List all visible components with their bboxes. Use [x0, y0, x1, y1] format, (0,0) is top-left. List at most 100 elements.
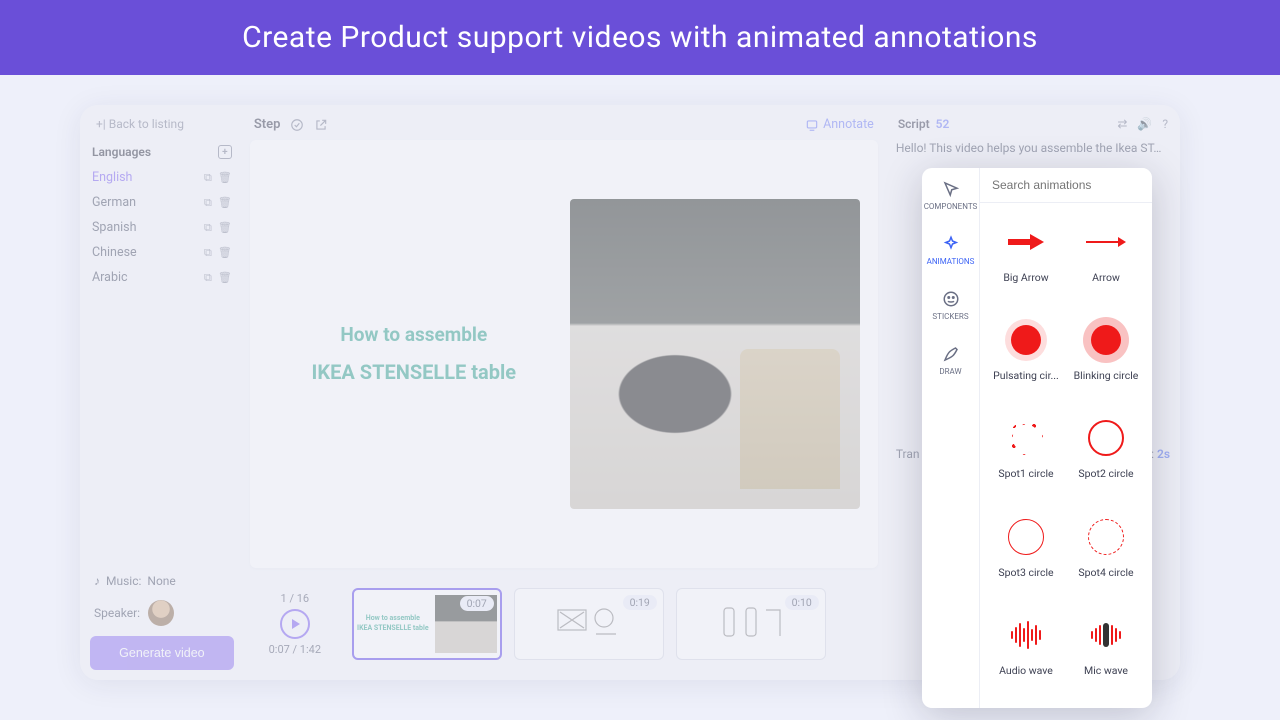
canvas-title-line1: How to assemble [268, 317, 560, 353]
languages-header: Languages [92, 145, 151, 159]
copy-icon[interactable]: ⧉ [204, 271, 212, 285]
language-label: German [92, 195, 136, 210]
anim-label: Spot4 circle [1078, 566, 1133, 579]
back-to-listing-link[interactable]: +| Back to listing [90, 117, 234, 131]
script-body[interactable]: Hello! This video helps you assemble the… [896, 139, 1170, 157]
pen-icon [942, 345, 960, 363]
spot3-circle-icon [1008, 519, 1044, 555]
script-header: Script [898, 117, 930, 131]
add-language-button[interactable]: + [218, 145, 232, 159]
delete-icon[interactable]: 🗑 [218, 171, 232, 185]
language-item-arabic[interactable]: Arabic ⧉ 🗑 [90, 265, 234, 290]
language-label: Chinese [92, 245, 137, 260]
copy-icon[interactable]: ⧉ [204, 171, 212, 185]
script-word-count: 52 [936, 117, 950, 131]
transition-duration-value[interactable]: 2s [1157, 447, 1170, 461]
music-icon: ♪ [94, 574, 100, 588]
copy-icon[interactable]: ⧉ [204, 196, 212, 210]
anim-label: Audio wave [999, 664, 1053, 677]
music-row[interactable]: ♪ Music: None [90, 566, 234, 596]
thumb-time-badge: 0:10 [785, 595, 819, 610]
tab-stickers[interactable]: STICKERS [922, 278, 979, 333]
cursor-icon [942, 180, 960, 198]
annotate-button[interactable]: Annotate [805, 117, 874, 132]
tab-label: STICKERS [932, 312, 968, 321]
anim-big-arrow[interactable]: Big Arrow [988, 213, 1064, 305]
anim-spot4-circle[interactable]: Spot4 circle [1068, 508, 1144, 600]
tab-animations[interactable]: ANIMATIONS [922, 223, 979, 278]
big-arrow-icon [1004, 232, 1048, 252]
copy-icon[interactable]: ⧉ [204, 221, 212, 235]
speaker-label: Speaker: [94, 606, 140, 620]
delete-icon[interactable]: 🗑 [218, 246, 232, 260]
step-title: Step [254, 117, 281, 132]
anim-label: Blinking circle [1074, 369, 1139, 382]
canvas-image [570, 199, 860, 509]
canvas-preview[interactable]: How to assemble IKEA STENSELLE table [250, 140, 878, 568]
open-external-icon[interactable] [314, 118, 328, 132]
thumb-time-badge: 0:07 [460, 596, 494, 611]
timeline-thumb-2[interactable]: 0:19 [514, 588, 664, 660]
check-circle-icon[interactable] [290, 118, 304, 132]
anim-spot3-circle[interactable]: Spot3 circle [988, 508, 1064, 600]
step-counter: 1 / 16 [250, 592, 340, 605]
audio-wave-icon [1011, 621, 1041, 649]
language-label: Spanish [92, 220, 137, 235]
anim-label: Pulsating cir... [993, 369, 1059, 382]
translate-icon[interactable]: ⇄ [1117, 117, 1127, 131]
promo-banner: Create Product support videos with anima… [0, 0, 1280, 75]
tab-components[interactable]: COMPONENTS [922, 168, 979, 223]
anim-label: Spot1 circle [998, 467, 1053, 480]
speaker-row[interactable]: Speaker: [90, 596, 234, 636]
anim-pulsating-circle[interactable]: Pulsating cir... [988, 311, 1064, 403]
tab-label: COMPONENTS [924, 202, 978, 211]
editor-main: Step Annotate How to assemble IKEA STENS… [244, 105, 892, 680]
play-button[interactable] [280, 609, 310, 639]
delete-icon[interactable]: 🗑 [218, 196, 232, 210]
transition-label: Tran [896, 447, 920, 461]
copy-icon[interactable]: ⧉ [204, 246, 212, 260]
thumb-time-badge: 0:19 [623, 595, 657, 610]
animations-tab-rail: COMPONENTS ANIMATIONS STICKERS DRAW [922, 168, 980, 708]
timeline-thumb-1[interactable]: 0:07 How to assembleIKEA STENSELLE table [352, 588, 502, 660]
anim-spot1-circle[interactable]: Spot1 circle [988, 409, 1064, 501]
tab-label: DRAW [939, 367, 961, 376]
spot1-circle-icon [1009, 421, 1043, 455]
tab-draw[interactable]: DRAW [922, 333, 979, 388]
timeline-thumb-3[interactable]: 0:10 [676, 588, 826, 660]
tab-label: ANIMATIONS [927, 257, 975, 266]
delete-icon[interactable]: 🗑 [218, 221, 232, 235]
canvas-title-line2: IKEA STENSELLE table [268, 353, 560, 391]
speaker-avatar[interactable] [148, 600, 174, 626]
arrow-icon [1084, 235, 1128, 249]
generate-video-button[interactable]: Generate video [90, 636, 234, 670]
smile-icon [942, 290, 960, 308]
anim-label: Spot3 circle [998, 566, 1053, 579]
timeline-thumb-more[interactable] [838, 588, 878, 660]
sparkle-icon [942, 235, 960, 253]
anim-blinking-circle[interactable]: Blinking circle [1068, 311, 1144, 403]
anim-audio-wave[interactable]: Audio wave [988, 606, 1064, 698]
pulsating-circle-icon [1011, 325, 1041, 355]
language-label: English [92, 170, 132, 185]
language-item-german[interactable]: German ⧉ 🗑 [90, 190, 234, 215]
spot4-circle-icon [1088, 519, 1124, 555]
anim-mic-wave[interactable]: Mic wave [1068, 606, 1144, 698]
language-label: Arabic [92, 270, 128, 285]
sound-icon[interactable]: 🔊 [1137, 117, 1152, 131]
thumb-illustration [716, 604, 786, 644]
animations-panel: COMPONENTS ANIMATIONS STICKERS DRAW Big … [922, 168, 1152, 708]
anim-spot2-circle[interactable]: Spot2 circle [1068, 409, 1144, 501]
anim-label: Mic wave [1084, 664, 1128, 677]
animations-grid: Big Arrow Arrow Pulsating cir... Blinkin… [980, 203, 1152, 708]
language-item-english[interactable]: English ⧉ 🗑 [90, 165, 234, 190]
sidebar: +| Back to listing Languages + English ⧉… [80, 105, 244, 680]
animation-search-input[interactable] [980, 168, 1152, 203]
anim-arrow[interactable]: Arrow [1068, 213, 1144, 305]
help-icon[interactable]: ? [1162, 117, 1168, 131]
language-item-chinese[interactable]: Chinese ⧉ 🗑 [90, 240, 234, 265]
anim-label: Spot2 circle [1078, 467, 1133, 480]
music-label: Music: [106, 574, 141, 588]
delete-icon[interactable]: 🗑 [218, 271, 232, 285]
language-item-spanish[interactable]: Spanish ⧉ 🗑 [90, 215, 234, 240]
